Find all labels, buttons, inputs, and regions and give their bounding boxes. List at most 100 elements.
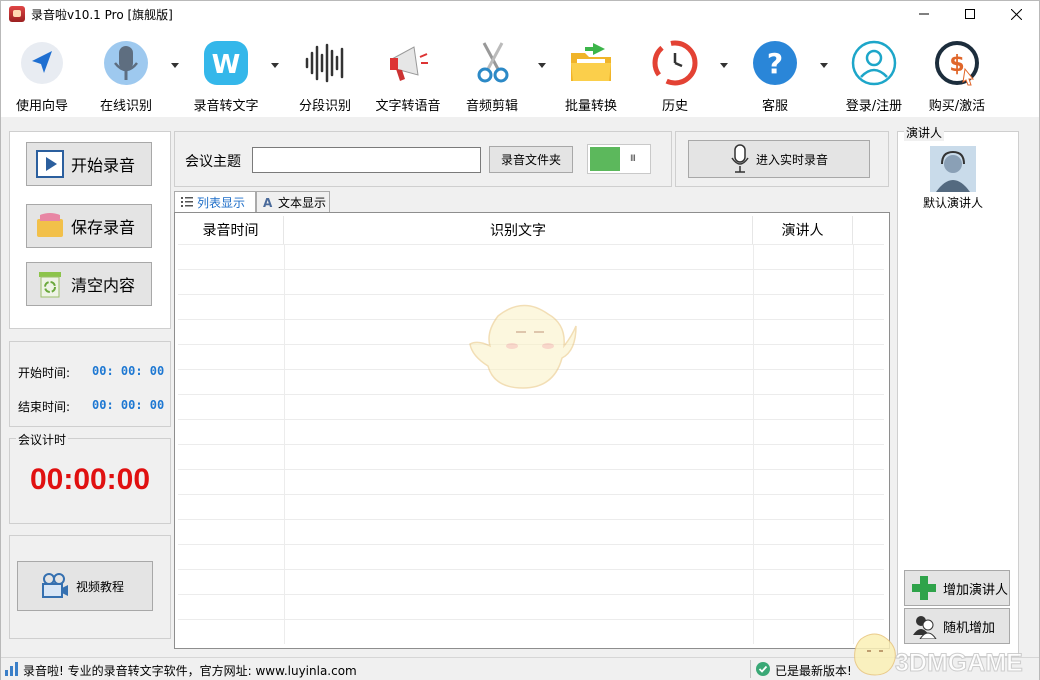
- tool-batch-convert[interactable]: 批量转换: [551, 35, 631, 115]
- realtime-record-button[interactable]: 进入实时录音: [688, 140, 870, 178]
- clear-content-button[interactable]: 清空内容: [26, 262, 152, 306]
- grid-line: [178, 419, 884, 420]
- user-icon: [850, 39, 898, 87]
- help-icon: ?: [751, 39, 799, 87]
- microphone-icon: [730, 144, 750, 174]
- time-info-panel: 开始时间: 00: 00: 00 结束时间: 00: 00: 00: [9, 341, 171, 427]
- default-speaker-avatar[interactable]: [930, 146, 976, 192]
- check-circle-icon: [756, 662, 770, 676]
- maximize-button[interactable]: [947, 1, 993, 27]
- tool-label: 分段识别: [298, 99, 351, 114]
- tool-audio-edit[interactable]: 音频剪辑: [452, 35, 532, 115]
- meeting-timer-value: 00:00:00: [29, 463, 151, 496]
- toggle-grip-icon: III: [630, 154, 636, 164]
- column-header-time[interactable]: 录音时间: [178, 216, 284, 244]
- grid-line: [178, 619, 884, 620]
- video-tutorial-label: 视频教程: [76, 579, 125, 594]
- chevron-down-icon[interactable]: [720, 63, 728, 68]
- tool-label: 客服: [761, 99, 788, 114]
- grid-line: [178, 444, 884, 445]
- tool-label: 在线识别: [99, 99, 152, 114]
- default-speaker-label[interactable]: 默认演讲人: [898, 194, 1008, 211]
- tool-label: 批量转换: [564, 99, 617, 114]
- end-time-value: 00: 00: 00: [92, 398, 165, 412]
- chevron-down-icon[interactable]: [171, 63, 179, 68]
- tool-history[interactable]: 历史: [635, 35, 715, 115]
- tab-text-view[interactable]: A 文本显示: [256, 191, 330, 213]
- speaker-panel: 演讲人 默认演讲人 增加演讲人 随机增加: [897, 124, 1019, 657]
- end-time-row: 结束时间: 00: 00: 00: [18, 398, 164, 415]
- tool-login-register[interactable]: 登录/注册: [834, 35, 914, 115]
- chevron-down-icon[interactable]: [271, 63, 279, 68]
- transcript-list[interactable]: 录音时间 识别文字 演讲人: [174, 212, 890, 649]
- navigation-arrow-icon: [18, 39, 66, 87]
- recycle-bin-icon: [35, 269, 65, 299]
- add-speaker-label: 增加演讲人: [943, 582, 1009, 598]
- grid-line: [178, 544, 884, 545]
- end-time-label: 结束时间:: [18, 400, 71, 414]
- video-tutorial-button[interactable]: 视频教程: [17, 561, 153, 611]
- video-camera-icon: [40, 571, 70, 601]
- start-time-label: 开始时间:: [18, 366, 71, 380]
- column-header-text[interactable]: 识别文字: [284, 216, 753, 244]
- watermark-mascot-icon: [854, 633, 896, 676]
- list-icon: [181, 196, 193, 208]
- add-speaker-button[interactable]: 增加演讲人: [904, 570, 1010, 606]
- tool-label: 使用向导: [15, 99, 68, 114]
- tool-segment-recognition[interactable]: 分段识别: [285, 35, 365, 115]
- version-status: 已是最新版本!: [775, 664, 852, 678]
- svg-text:W: W: [212, 50, 241, 80]
- chevron-down-icon[interactable]: [538, 63, 546, 68]
- mascot-watermark-icon: [468, 296, 578, 396]
- tool-buy-activate[interactable]: $ 购买/激活: [917, 35, 997, 115]
- meeting-timer-group: 会议计时 00:00:00: [9, 431, 171, 524]
- svg-text:$: $: [949, 52, 964, 77]
- person-headset-icon: [930, 146, 976, 192]
- column-header-speaker[interactable]: 演讲人: [753, 216, 853, 244]
- grid-line: [178, 594, 884, 595]
- svg-text:?: ?: [767, 47, 783, 80]
- grid-line: [178, 569, 884, 570]
- tool-text-to-speech[interactable]: 文字转语音: [368, 35, 448, 115]
- tool-label: 历史: [661, 99, 688, 114]
- scissors-icon: [468, 39, 516, 87]
- chevron-down-icon[interactable]: [820, 63, 828, 68]
- signal-bars-icon: [5, 662, 19, 676]
- tool-customer-service[interactable]: ? 客服: [735, 35, 815, 115]
- save-record-label: 保存录音: [71, 218, 136, 237]
- minimize-button[interactable]: [901, 1, 947, 27]
- grid-line: [178, 269, 884, 270]
- start-record-label: 开始录音: [71, 156, 136, 175]
- tool-online-recognition[interactable]: 在线识别: [86, 35, 166, 115]
- history-clock-icon: [651, 39, 699, 87]
- realtime-record-bar: 进入实时录音: [675, 131, 889, 187]
- grid-line: [178, 469, 884, 470]
- watermark-text: 3DMGAME: [895, 649, 1024, 678]
- tab-list-view[interactable]: 列表显示: [174, 191, 256, 214]
- toggle-on-indicator: [590, 147, 620, 171]
- transcript-grid: 录音时间 识别文字 演讲人: [178, 216, 884, 644]
- plus-icon: [911, 575, 937, 601]
- tool-label: 音频剪辑: [465, 99, 518, 114]
- tool-guide[interactable]: 使用向导: [2, 35, 82, 115]
- close-button[interactable]: [993, 1, 1039, 27]
- record-folder-button[interactable]: 录音文件夹: [489, 146, 573, 173]
- w-logo-icon: W: [202, 39, 250, 87]
- clear-content-label: 清空内容: [71, 276, 136, 295]
- tab-list-label: 列表显示: [197, 196, 246, 210]
- grid-line: [178, 294, 884, 295]
- start-time-value: 00: 00: 00: [92, 364, 165, 378]
- folder-icon: [567, 39, 615, 87]
- grid-line: [178, 494, 884, 495]
- toggle-switch[interactable]: III: [587, 144, 651, 174]
- save-record-button[interactable]: 保存录音: [26, 204, 152, 248]
- tool-audio-to-text[interactable]: W 录音转文字: [186, 35, 266, 115]
- app-window: 录音啦v10.1 Pro [旗舰版] 使用向导 在线识别 W 录音转文字 分段识…: [0, 0, 1040, 680]
- start-record-button[interactable]: 开始录音: [26, 142, 152, 186]
- tool-label: 录音转文字: [193, 99, 259, 114]
- topic-input[interactable]: [252, 147, 481, 173]
- start-time-row: 开始时间: 00: 00: 00: [18, 364, 164, 381]
- grid-line: [178, 244, 884, 245]
- dollar-icon: $: [933, 39, 981, 87]
- speaker-panel-title: 演讲人: [904, 124, 945, 141]
